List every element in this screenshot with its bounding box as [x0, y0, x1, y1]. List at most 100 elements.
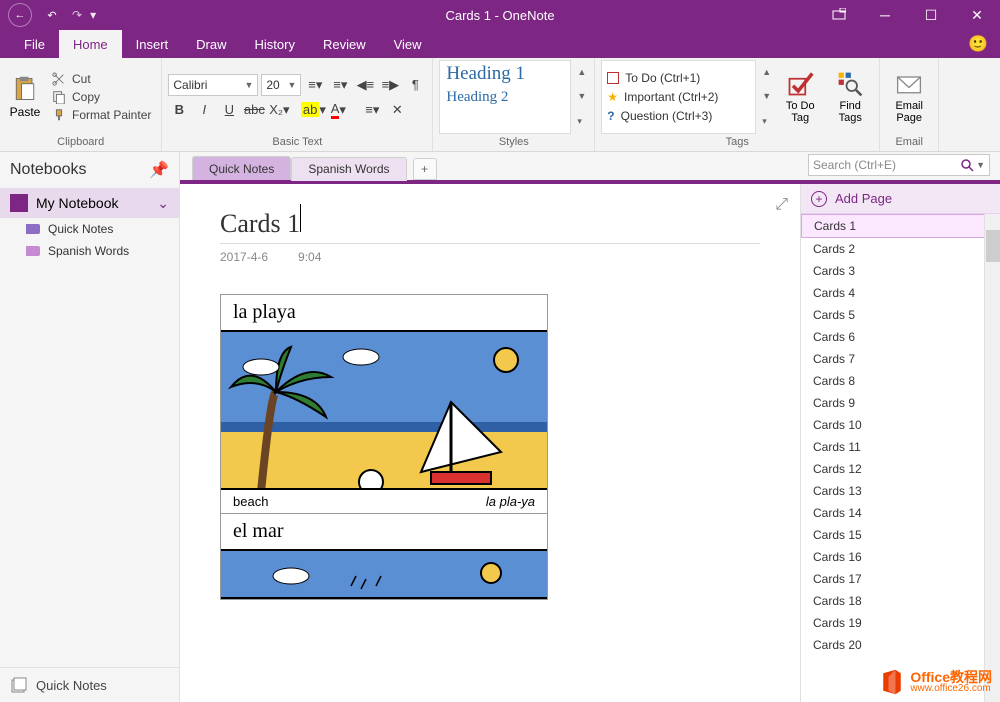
- page-list-item[interactable]: Cards 19: [801, 612, 1000, 634]
- paragraph-button[interactable]: ¶: [404, 74, 426, 96]
- bullets-button[interactable]: ≡▾: [304, 74, 326, 96]
- sidebar-section[interactable]: Spanish Words: [0, 240, 179, 262]
- style-heading1[interactable]: Heading 1: [440, 61, 570, 87]
- redo-icon[interactable]: ↷: [72, 8, 82, 22]
- minimize-icon[interactable]: ─: [862, 0, 908, 30]
- page-canvas[interactable]: ⤢ Cards 1 2017-4-6 9:04 la playa: [180, 184, 800, 702]
- numbering-button[interactable]: ≡▾: [329, 74, 351, 96]
- tab-draw[interactable]: Draw: [182, 30, 240, 58]
- copy-button[interactable]: Copy: [48, 89, 155, 105]
- notebook-icon: [10, 194, 28, 212]
- tags-group-label: Tags: [601, 134, 873, 151]
- page-list-item[interactable]: Cards 4: [801, 282, 1000, 304]
- page-list-item[interactable]: Cards 5: [801, 304, 1000, 326]
- page-list-item[interactable]: Cards 2: [801, 238, 1000, 260]
- pin-icon[interactable]: 📌: [149, 160, 169, 180]
- page-list-item[interactable]: Cards 9: [801, 392, 1000, 414]
- maximize-icon[interactable]: ☐: [908, 0, 954, 30]
- back-icon[interactable]: ←: [8, 3, 32, 27]
- tab-review[interactable]: Review: [309, 30, 380, 58]
- question-icon: ?: [607, 109, 614, 123]
- tag-todo[interactable]: To Do (Ctrl+1): [602, 69, 755, 87]
- tab-history[interactable]: History: [241, 30, 309, 58]
- tags-down-icon[interactable]: ▼: [762, 91, 771, 101]
- page-list-item[interactable]: Cards 10: [801, 414, 1000, 436]
- indent-button[interactable]: ≡▶: [379, 74, 401, 96]
- todo-tag-button[interactable]: To Do Tag: [777, 60, 823, 134]
- page-list-item[interactable]: Cards 20: [801, 634, 1000, 656]
- search-input[interactable]: Search (Ctrl+E) ▼: [808, 154, 990, 176]
- search-dropdown-icon[interactable]: ▼: [976, 160, 985, 170]
- page-list-item[interactable]: Cards 8: [801, 370, 1000, 392]
- page-list-item[interactable]: Cards 1: [801, 214, 1000, 238]
- find-tags-button[interactable]: Find Tags: [827, 60, 873, 134]
- page-list-item[interactable]: Cards 7: [801, 348, 1000, 370]
- font-color-button[interactable]: A▾: [327, 99, 349, 121]
- page-list-item[interactable]: Cards 15: [801, 524, 1000, 546]
- cut-button[interactable]: Cut: [48, 71, 155, 87]
- tags-more-icon[interactable]: ▾: [762, 116, 771, 127]
- page-list-item[interactable]: Cards 14: [801, 502, 1000, 524]
- font-name-select[interactable]: Calibri▼: [168, 74, 258, 96]
- page-list-item[interactable]: Cards 16: [801, 546, 1000, 568]
- qat-customize-icon[interactable]: ▾: [90, 8, 96, 22]
- email-page-button[interactable]: Email Page: [886, 60, 932, 134]
- add-section-button[interactable]: +: [413, 158, 437, 180]
- email-group-label: Email: [886, 134, 932, 151]
- page-list-item[interactable]: Cards 13: [801, 480, 1000, 502]
- align-button[interactable]: ≡▾: [361, 99, 383, 121]
- page-list-item[interactable]: Cards 3: [801, 260, 1000, 282]
- page-date[interactable]: 2017-4-6: [220, 250, 268, 264]
- card-english-word: beach: [233, 494, 268, 509]
- paste-icon: [11, 75, 39, 103]
- tab-view[interactable]: View: [380, 30, 436, 58]
- styles-down-icon[interactable]: ▼: [577, 91, 586, 101]
- section-tab-spanish-words[interactable]: Spanish Words: [291, 157, 406, 181]
- watermark: Office教程网 www.office26.com: [878, 668, 992, 696]
- tab-file[interactable]: File: [10, 30, 59, 58]
- tag-question[interactable]: ?Question (Ctrl+3): [602, 107, 755, 125]
- section-tabstrip: Quick Notes Spanish Words + Search (Ctrl…: [180, 152, 1000, 180]
- style-heading2[interactable]: Heading 2: [440, 87, 570, 108]
- sidebar-section[interactable]: Quick Notes: [0, 218, 179, 240]
- page-title[interactable]: Cards 1: [220, 209, 300, 239]
- close-icon[interactable]: ✕: [954, 0, 1000, 30]
- notebook-row[interactable]: My Notebook ⌄: [0, 188, 179, 218]
- scrollbar-thumb[interactable]: [986, 230, 1000, 262]
- clipboard-group-label: Clipboard: [6, 134, 155, 151]
- add-page-button[interactable]: + Add Page: [801, 184, 1000, 214]
- subscript-button[interactable]: X₂▾: [268, 99, 290, 121]
- strikethrough-button[interactable]: abc: [243, 99, 265, 121]
- underline-button[interactable]: U: [218, 99, 240, 121]
- ribbon-opts-icon[interactable]: [816, 0, 862, 30]
- flashcard-image[interactable]: la playa: [220, 294, 548, 600]
- page-list-item[interactable]: Cards 17: [801, 568, 1000, 590]
- page-list-item[interactable]: Cards 18: [801, 590, 1000, 612]
- outdent-button[interactable]: ◀≡: [354, 74, 376, 96]
- ribbon: Paste Cut Copy Format Painter Clipboard …: [0, 58, 1000, 152]
- font-size-select[interactable]: 20▼: [261, 74, 301, 96]
- page-list-item[interactable]: Cards 6: [801, 326, 1000, 348]
- paste-button[interactable]: Paste: [6, 60, 44, 134]
- expand-icon[interactable]: ⤢: [775, 196, 788, 214]
- italic-button[interactable]: I: [193, 99, 215, 121]
- clear-format-button[interactable]: ✕: [386, 99, 408, 121]
- tab-insert[interactable]: Insert: [122, 30, 183, 58]
- page-list-item[interactable]: Cards 11: [801, 436, 1000, 458]
- tag-important[interactable]: ★Important (Ctrl+2): [602, 88, 755, 106]
- tab-home[interactable]: Home: [59, 30, 122, 58]
- smiley-icon[interactable]: 🙂: [968, 34, 988, 54]
- scrollbar[interactable]: [984, 214, 1000, 702]
- sidebar: Notebooks 📌 My Notebook ⌄ Quick NotesSpa…: [0, 152, 180, 702]
- format-painter-button[interactable]: Format Painter: [48, 107, 155, 123]
- highlight-button[interactable]: ab▾: [302, 99, 324, 121]
- bold-button[interactable]: B: [168, 99, 190, 121]
- undo-icon[interactable]: ↶: [40, 3, 64, 27]
- sidebar-quick-notes[interactable]: Quick Notes: [0, 667, 179, 702]
- styles-more-icon[interactable]: ▾: [577, 116, 586, 127]
- section-tab-quick-notes[interactable]: Quick Notes: [192, 156, 291, 180]
- tags-up-icon[interactable]: ▲: [762, 67, 771, 77]
- page-time[interactable]: 9:04: [298, 250, 321, 264]
- styles-up-icon[interactable]: ▲: [577, 67, 586, 77]
- page-list-item[interactable]: Cards 12: [801, 458, 1000, 480]
